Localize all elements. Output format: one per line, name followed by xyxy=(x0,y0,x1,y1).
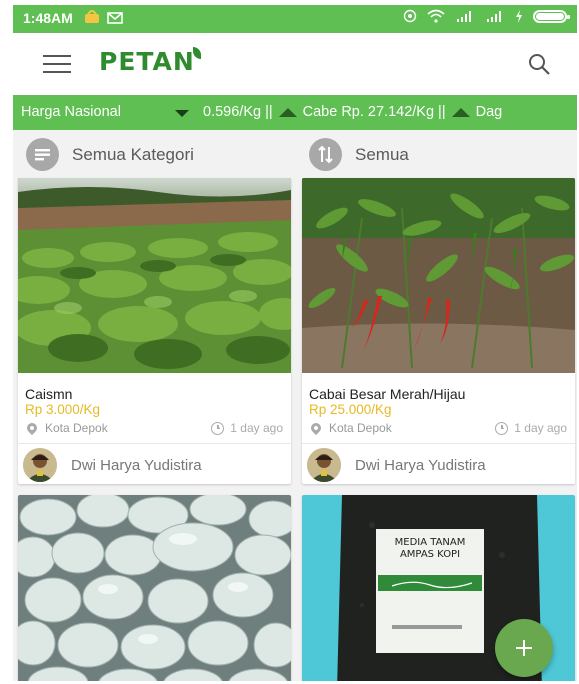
category-filter[interactable]: Semua Kategori xyxy=(26,138,194,171)
product-location: Kota Depok xyxy=(308,420,392,436)
white-granules-image xyxy=(18,495,291,681)
product-title: Cabai Besar Merah/Hijau xyxy=(309,386,466,402)
avatar xyxy=(23,448,57,482)
menu-icon[interactable] xyxy=(43,55,71,73)
status-right-icons xyxy=(403,9,570,23)
location-text: Kota Depok xyxy=(329,421,392,435)
location-pin-icon xyxy=(24,420,40,436)
bag-label-line2: AMPAS KOPI xyxy=(400,549,460,560)
chili-plants-image xyxy=(302,178,575,373)
product-card[interactable]: Cabai Besar Merah/Hijau Rp 25.000/Kg Kot… xyxy=(302,178,575,484)
add-product-button[interactable] xyxy=(495,619,553,677)
app-screen: 1:48AM PETAN Harga Nasional 0.596/Kg || … xyxy=(13,5,577,681)
wifi-icon xyxy=(427,9,445,23)
card-divider xyxy=(18,443,291,444)
dropdown-caret-icon[interactable] xyxy=(175,110,189,117)
clock-icon xyxy=(495,421,509,435)
category-icon xyxy=(26,138,59,171)
seller-info[interactable]: Dwi Harya Yudistira xyxy=(307,448,486,482)
sort-filter[interactable]: Semua xyxy=(309,138,409,171)
product-location: Kota Depok xyxy=(24,420,108,436)
product-price: Rp 3.000/Kg xyxy=(25,402,101,417)
price-up-icon xyxy=(278,107,297,117)
time-text: 1 day ago xyxy=(230,421,283,435)
category-filter-label: Semua Kategori xyxy=(72,144,194,164)
filter-bar: Semua Kategori Semua xyxy=(13,130,577,178)
ticker-segment: Cabe Rp. 27.142/Kg || xyxy=(302,104,446,120)
seller-info[interactable]: Dwi Harya Yudistira xyxy=(23,448,202,482)
price-ticker[interactable]: Harga Nasional 0.596/Kg || Cabe Rp. 27.1… xyxy=(13,95,577,130)
charging-icon xyxy=(516,9,522,23)
hotspot-icon xyxy=(403,9,417,23)
signal-icon xyxy=(487,10,501,22)
ticker-segment: Dag xyxy=(475,104,503,120)
ticker-prices: 0.596/Kg || Cabe Rp. 27.142/Kg || Dag xyxy=(203,104,502,120)
price-up-icon xyxy=(451,107,470,117)
app-bar: PETAN xyxy=(13,33,577,95)
seller-name: Dwi Harya Yudistira xyxy=(355,456,486,474)
ticker-label: Harga Nasional xyxy=(21,104,121,120)
location-text: Kota Depok xyxy=(45,421,108,435)
mail-icon xyxy=(106,12,123,24)
vegetable-field-image xyxy=(18,178,291,373)
product-time: 1 day ago xyxy=(211,421,283,435)
notification-icons xyxy=(83,8,123,27)
app-logo: PETAN xyxy=(99,47,195,76)
location-pin-icon xyxy=(308,420,324,436)
product-price: Rp 25.000/Kg xyxy=(309,402,392,417)
sort-icon xyxy=(309,138,342,171)
notification-icon xyxy=(85,8,99,23)
bag-label-line1: MEDIA TANAM xyxy=(395,537,466,548)
status-bar: 1:48AM xyxy=(13,5,577,33)
signal-icon xyxy=(457,10,471,22)
product-time: 1 day ago xyxy=(495,421,567,435)
seller-name: Dwi Harya Yudistira xyxy=(71,456,202,474)
status-time: 1:48AM xyxy=(23,10,73,26)
sort-filter-label: Semua xyxy=(355,144,409,164)
card-divider xyxy=(302,443,575,444)
battery-icon xyxy=(533,9,570,23)
product-card[interactable]: Caismn Rp 3.000/Kg Kota Depok 1 day ago … xyxy=(18,178,291,484)
clock-icon xyxy=(211,421,225,435)
search-icon[interactable] xyxy=(527,52,551,76)
avatar xyxy=(307,448,341,482)
product-title: Caismn xyxy=(25,386,73,402)
time-text: 1 day ago xyxy=(514,421,567,435)
product-card[interactable] xyxy=(18,495,291,681)
ticker-segment: 0.596/Kg || xyxy=(203,104,273,120)
